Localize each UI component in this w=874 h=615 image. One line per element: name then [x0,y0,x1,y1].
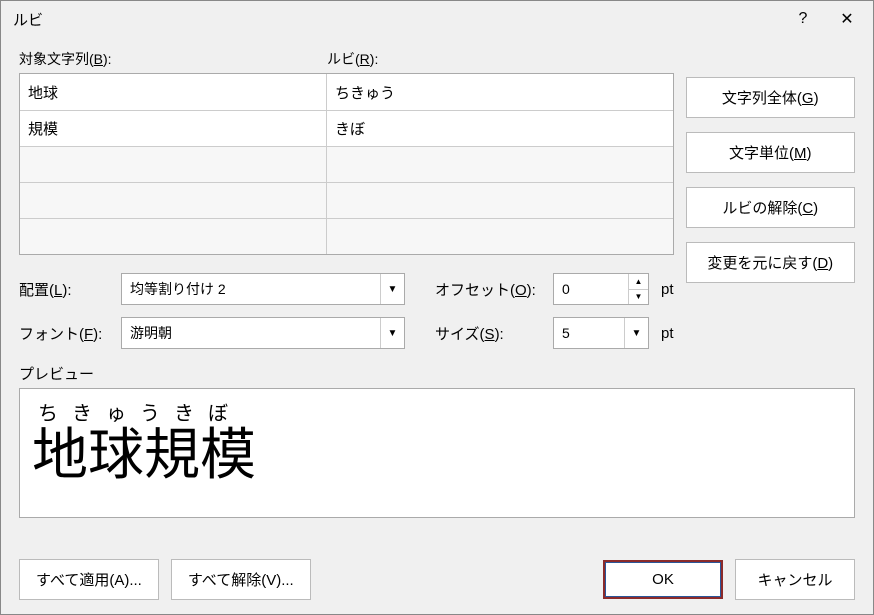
offset-unit: pt [661,281,674,298]
preview-ruby-text: ちきゅうきぼ [32,397,842,426]
clear-ruby-button[interactable]: ルビの解除(C) [686,187,855,228]
ruby-column-label: ルビ(R): [327,49,378,69]
titlebar: ルビ ? ✕ [1,1,873,37]
ruby-input-3[interactable] [327,183,673,218]
alignment-combo[interactable]: 均等割り付け 2 ▼ [121,273,405,305]
font-label: フォント(F): [19,323,113,344]
close-button[interactable]: ✕ [825,3,869,35]
ruby-input-0[interactable] [327,74,673,110]
ruby-input-1[interactable] [327,111,673,146]
spinner-up-icon[interactable]: ▲ [629,274,648,290]
dialog-footer: すべて適用(A)... すべて解除(V)... OK キャンセル [1,549,873,614]
table-row [20,110,673,146]
size-label: サイズ(S): [435,323,545,344]
cancel-button[interactable]: キャンセル [735,559,855,600]
apply-all-button[interactable]: すべて適用(A)... [19,559,159,600]
spinner-down-icon[interactable]: ▼ [629,290,648,305]
alignment-value: 均等割り付け 2 [130,279,226,299]
size-combo[interactable]: 5 ▼ [553,317,649,349]
size-unit: pt [661,325,674,342]
table-row [20,146,673,182]
reset-changes-button[interactable]: 変更を元に戻す(D) [686,242,855,283]
ruby-grid [19,73,674,255]
ruby-input-2[interactable] [327,147,673,182]
table-row [20,182,673,218]
ruby-dialog: ルビ ? ✕ 対象文字列(B): ルビ(R): [0,0,874,615]
target-column-label: 対象文字列(B): [19,49,327,69]
whole-string-button[interactable]: 文字列全体(G) [686,77,855,118]
preview-base-text: 地球規模 [32,426,842,488]
alignment-label: 配置(L): [19,279,113,300]
offset-value: 0 [562,281,570,297]
ok-button[interactable]: OK [603,560,723,599]
target-input-1[interactable] [20,111,327,146]
target-input-3[interactable] [20,183,327,218]
help-button[interactable]: ? [781,3,825,35]
ruby-input-4[interactable] [327,219,673,254]
character-unit-button[interactable]: 文字単位(M) [686,132,855,173]
font-value: 游明朝 [130,323,172,343]
target-input-0[interactable] [20,74,327,110]
chevron-down-icon: ▼ [380,318,404,348]
table-row [20,74,673,110]
chevron-down-icon: ▼ [380,274,404,304]
preview-label: プレビュー [19,363,855,384]
preview-content: ちきゅうきぼ 地球規模 [32,397,842,488]
dialog-content: 対象文字列(B): ルビ(R): [1,37,873,549]
offset-spinner[interactable]: 0 ▲ ▼ [553,273,649,305]
size-value: 5 [562,325,570,341]
dialog-title: ルビ [13,9,781,30]
close-icon: ✕ [840,9,853,29]
target-input-2[interactable] [20,147,327,182]
offset-label: オフセット(O): [435,279,545,300]
table-row [20,218,673,254]
remove-all-button[interactable]: すべて解除(V)... [171,559,311,600]
chevron-down-icon: ▼ [624,318,648,348]
font-combo[interactable]: 游明朝 ▼ [121,317,405,349]
target-input-4[interactable] [20,219,327,254]
preview-box: ちきゅうきぼ 地球規模 [19,388,855,518]
